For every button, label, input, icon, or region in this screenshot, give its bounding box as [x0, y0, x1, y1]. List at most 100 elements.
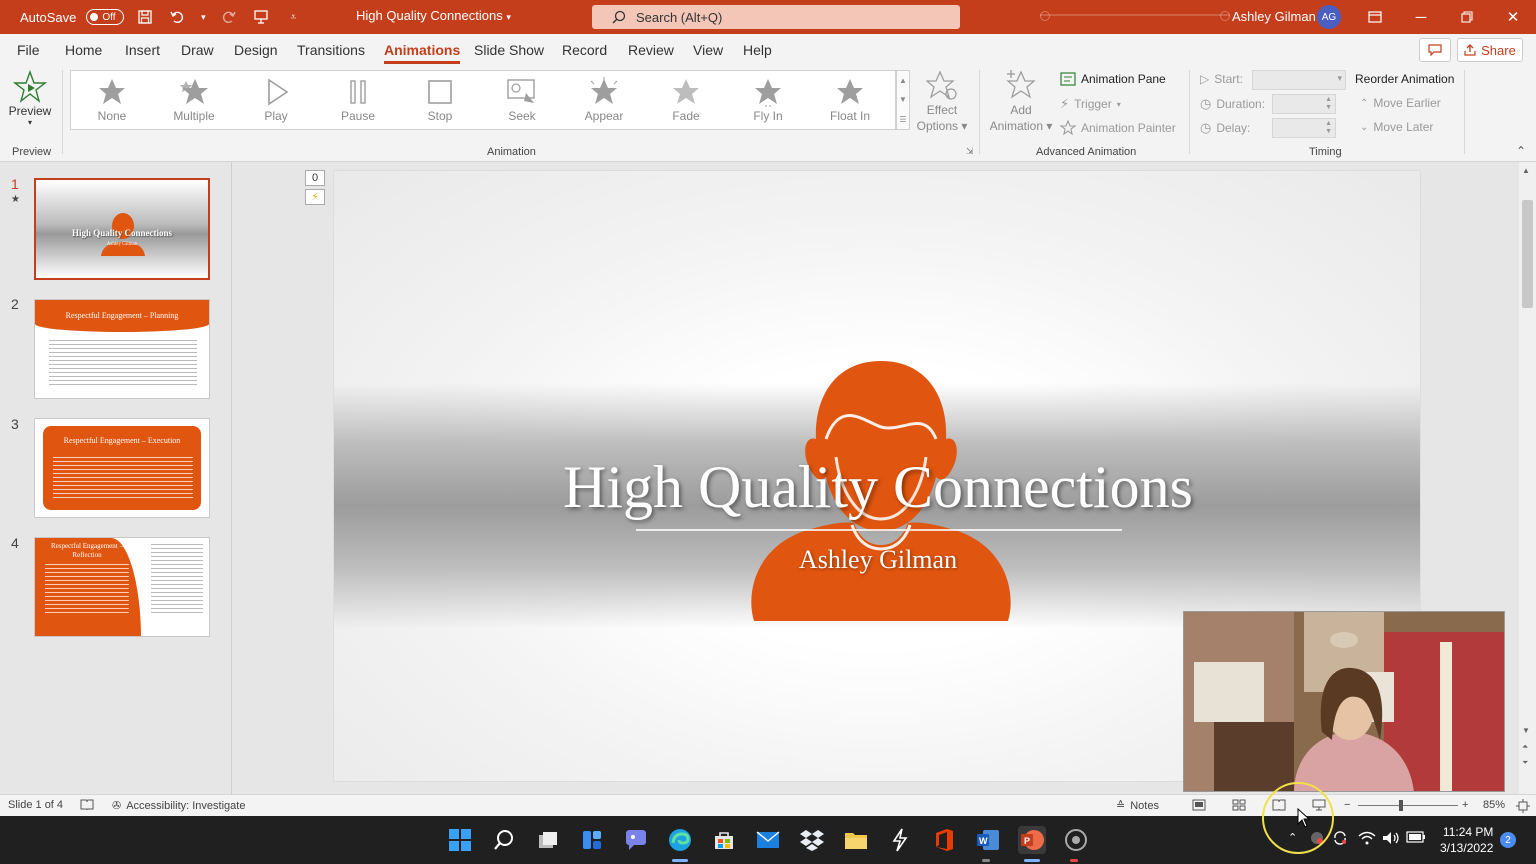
task-view-icon[interactable]: [534, 826, 562, 854]
duration-stepper[interactable]: ▲ ▼: [1272, 94, 1336, 114]
tab-animations[interactable]: Animations: [384, 42, 461, 64]
present-from-beginning-icon[interactable]: [250, 6, 272, 28]
animation-pane-button[interactable]: Animation Pane: [1060, 72, 1166, 86]
search-input[interactable]: Search (Alt+Q): [592, 5, 960, 29]
tab-insert[interactable]: Insert: [125, 42, 160, 58]
notes-button[interactable]: ≙ Notes: [1116, 799, 1159, 813]
slide-thumbnail-3[interactable]: Respectful Engagement – Execution: [34, 418, 210, 518]
gallery-scroll[interactable]: ▲ ▼ ☰: [896, 70, 910, 130]
animation-none[interactable]: None: [71, 71, 153, 129]
search-icon[interactable]: [490, 826, 518, 854]
wifi-icon[interactable]: [1358, 831, 1376, 848]
slide-thumbnail-1[interactable]: High Quality Connections Ashley Gilman: [34, 178, 210, 280]
slide-subtitle[interactable]: Ashley Gilman: [334, 545, 1420, 575]
share-button[interactable]: Share: [1457, 38, 1523, 62]
animation-float-in[interactable]: Float In: [809, 71, 891, 129]
mail-icon[interactable]: [754, 826, 782, 854]
dialog-launcher-icon[interactable]: ⇲: [966, 146, 974, 157]
move-later-button[interactable]: ⌄ Move Later: [1360, 120, 1433, 134]
animation-order-tag[interactable]: 0: [305, 170, 325, 186]
accessibility-button[interactable]: ✇ Accessibility: Investigate: [112, 799, 245, 813]
user-name[interactable]: Ashley Gilman: [1232, 9, 1316, 24]
next-slide-icon[interactable]: ⏷: [1522, 758, 1528, 768]
close-icon[interactable]: ✕: [1502, 6, 1524, 28]
chevron-up-icon[interactable]: ▲: [899, 76, 907, 85]
previous-slide-icon[interactable]: ⏶: [1522, 742, 1528, 752]
tab-record[interactable]: Record: [562, 42, 607, 58]
tab-help[interactable]: Help: [743, 42, 772, 58]
animation-fly-in[interactable]: Fly In: [727, 71, 809, 129]
tab-slide-show[interactable]: Slide Show: [474, 42, 544, 58]
animation-seek[interactable]: Seek: [481, 71, 563, 129]
preview-button[interactable]: Preview ▾: [6, 70, 54, 134]
fit-to-window-icon[interactable]: [1516, 799, 1530, 813]
microsoft-store-icon[interactable]: [710, 826, 738, 854]
powerpoint-icon[interactable]: P: [1018, 826, 1046, 854]
slide-thumbnail-2[interactable]: Respectful Engagement – Planning: [34, 299, 210, 399]
comments-button[interactable]: [1419, 38, 1451, 62]
document-title[interactable]: High Quality Connections ▾: [356, 8, 511, 23]
edge-browser-icon[interactable]: [666, 826, 694, 854]
tab-review[interactable]: Review: [628, 42, 674, 58]
sync-icon[interactable]: [1332, 831, 1348, 848]
move-earlier-button[interactable]: ⌃ Move Earlier: [1360, 96, 1441, 110]
chevron-up-icon[interactable]: ▲: [1522, 166, 1530, 175]
widgets-icon[interactable]: [578, 826, 606, 854]
word-icon[interactable]: W: [974, 826, 1002, 854]
avatar[interactable]: AG: [1317, 5, 1341, 29]
tab-view[interactable]: View: [693, 42, 723, 58]
delay-stepper[interactable]: ▲ ▼: [1272, 118, 1336, 138]
tab-transitions[interactable]: Transitions: [297, 42, 365, 58]
zoom-out-icon[interactable]: −: [1344, 799, 1350, 811]
tab-draw[interactable]: Draw: [181, 42, 214, 58]
ribbon-display-options-icon[interactable]: [1364, 6, 1386, 28]
spelling-icon[interactable]: [80, 799, 94, 811]
slide-sorter-icon[interactable]: [1232, 799, 1246, 811]
minimize-icon[interactable]: ─: [1410, 6, 1432, 28]
chevron-down-icon[interactable]: ▼: [1522, 726, 1530, 735]
animation-play[interactable]: Play: [235, 71, 317, 129]
slide-thumbnail-4[interactable]: Respectful Engagement – Reflection: [34, 537, 210, 637]
tab-file[interactable]: File: [17, 42, 40, 58]
restore-icon[interactable]: [1456, 6, 1478, 28]
slide-title[interactable]: High Quality Connections: [334, 453, 1420, 522]
vertical-scrollbar[interactable]: ▲ ▼ ⏶ ⏷: [1519, 162, 1536, 794]
collapse-ribbon-icon[interactable]: ⌃: [1516, 144, 1526, 158]
animation-stop[interactable]: Stop: [399, 71, 481, 129]
zoom-in-icon[interactable]: +: [1462, 799, 1468, 811]
system-clock[interactable]: 11:24 PM 3/13/2022: [1440, 824, 1493, 856]
animation-appear[interactable]: Appear: [563, 71, 645, 129]
windows-start-icon[interactable]: [446, 826, 474, 854]
chevron-down-icon[interactable]: ▼: [899, 95, 907, 104]
animation-pause[interactable]: Pause: [317, 71, 399, 129]
zoom-slider-handle[interactable]: [1399, 800, 1403, 811]
animation-multiple[interactable]: Multiple: [153, 71, 235, 129]
undo-dropdown-icon[interactable]: ▾: [198, 6, 208, 28]
zoom-slider-track[interactable]: [1358, 805, 1458, 806]
undo-icon[interactable]: [166, 6, 188, 28]
animation-fade[interactable]: Fade: [645, 71, 727, 129]
autosave-toggle[interactable]: Off: [86, 9, 125, 25]
scrollbar-thumb[interactable]: [1522, 200, 1533, 308]
save-icon[interactable]: [134, 6, 156, 28]
trigger-button[interactable]: ⚡ Trigger ▾: [1060, 96, 1121, 112]
trigger-lightning-icon[interactable]: ⚡: [305, 189, 325, 205]
volume-icon[interactable]: [1382, 831, 1400, 848]
file-explorer-icon[interactable]: [842, 826, 870, 854]
gallery-more-icon[interactable]: ☰: [899, 115, 906, 124]
customize-toolbar-icon[interactable]: ⩡: [282, 6, 304, 28]
normal-view-icon[interactable]: [1192, 799, 1206, 811]
start-select[interactable]: ▾: [1252, 70, 1346, 90]
zoom-level[interactable]: 85%: [1483, 799, 1505, 811]
office-icon[interactable]: [930, 826, 958, 854]
teams-chat-icon[interactable]: [622, 826, 650, 854]
dropbox-icon[interactable]: [798, 826, 826, 854]
tab-design[interactable]: Design: [234, 42, 278, 58]
battery-icon[interactable]: [1406, 831, 1426, 846]
effect-options-button[interactable]: Effect Options ▾: [914, 70, 970, 134]
animation-painter-button[interactable]: Animation Painter: [1060, 120, 1176, 136]
add-animation-button[interactable]: Add Animation ▾: [986, 70, 1056, 134]
tab-home[interactable]: Home: [65, 42, 102, 58]
screen-recorder-icon[interactable]: [1062, 826, 1090, 854]
notification-badge[interactable]: 2: [1500, 832, 1516, 848]
